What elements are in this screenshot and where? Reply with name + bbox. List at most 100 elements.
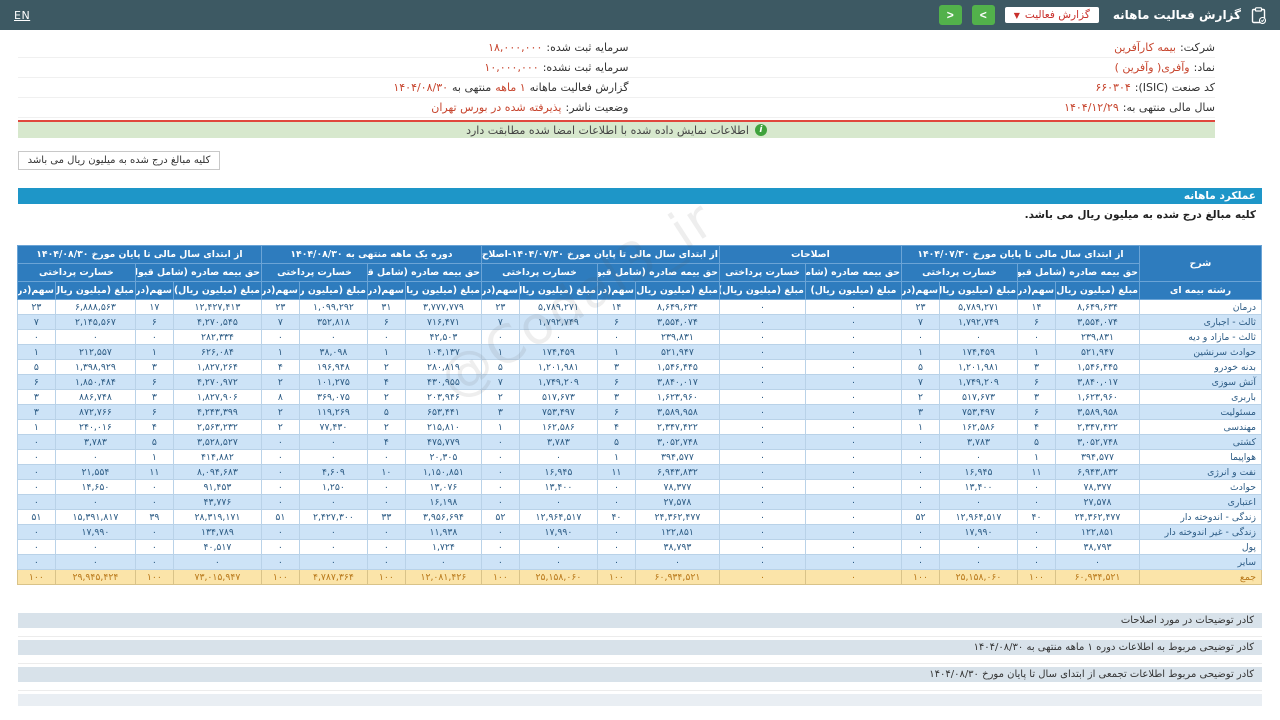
next-report-button[interactable]: > — [972, 5, 995, 25]
value-cell: ۶ — [597, 315, 635, 330]
value-cell: ۱۲۲,۸۵۱ — [635, 525, 719, 540]
value-cell: ۰ — [1018, 555, 1056, 570]
table-row: زندگی - غیر اندوخته دار۱۲۲,۸۵۱۰۱۷,۹۹۰۰۰۰… — [17, 525, 1261, 540]
table-row: ثالث - مازاد و دیه۲۳۹,۸۳۱۰۰۰۰۰۲۳۹,۸۳۱۰۰۰… — [17, 330, 1261, 345]
table-row: سایر۰۰۰۰۰۰۰۰۰۰۰۰۰۰۰۰۰۰ — [17, 555, 1261, 570]
value-cell: ۰ — [55, 555, 135, 570]
column-subheader-premium: حق بیمه صادره (شامل قبولی اتکایی) — [1018, 264, 1140, 282]
value-cell: ۰ — [805, 495, 901, 510]
table-row: پول۳۸,۷۹۳۰۰۰۰۰۳۸,۷۹۳۰۰۰۱,۷۲۴۰۰۰۴۰,۵۱۷۰۰۰ — [17, 540, 1261, 555]
value-cell: ۰ — [1018, 330, 1056, 345]
value-cell: ۰ — [1018, 495, 1056, 510]
value-cell: ۵ — [1018, 435, 1056, 450]
line-name-cell: درمان — [1140, 300, 1262, 315]
line-name-cell: باربری — [1140, 390, 1262, 405]
report-clipboard-icon — [1251, 7, 1266, 24]
value-cell: ۱,۸۲۷,۲۶۴ — [173, 360, 261, 375]
value-cell: ۵۱۷,۶۷۳ — [519, 390, 597, 405]
value-cell: ۲۸۲,۳۳۴ — [173, 330, 261, 345]
value-cell: ۳ — [17, 390, 55, 405]
info-icon: i — [755, 124, 767, 136]
value-cell: ۳۶۹,۰۷۵ — [299, 390, 367, 405]
value-cell: ۱ — [135, 345, 173, 360]
value-cell: ۱۰۰ — [481, 570, 519, 585]
value-cell: ۱,۷۲۴ — [405, 540, 481, 555]
column-header-amount: مبلغ (میلیون ریال) — [1056, 282, 1140, 300]
line-name-cell: آتش سوزی — [1140, 375, 1262, 390]
value-cell: ۱ — [1018, 450, 1056, 465]
value-cell: ۰ — [261, 495, 299, 510]
collapsible-section-header[interactable]: کادر توضیحات در مورد اصلاحات — [18, 613, 1262, 628]
column-header-share: سهم(درصد) — [261, 282, 299, 300]
value-cell: ۰ — [261, 465, 299, 480]
info-row: سرمایه ثبت شده:۱۸,۰۰۰,۰۰۰ — [18, 38, 628, 58]
value-cell: ۱۹۶,۹۴۸ — [299, 360, 367, 375]
value-cell: ۳۸,۷۹۳ — [635, 540, 719, 555]
value-cell: ۲۵,۱۵۸,۰۶۰ — [940, 570, 1018, 585]
value-cell: ۰ — [805, 450, 901, 465]
value-cell: ۳,۹۵۶,۶۹۴ — [405, 510, 481, 525]
value-cell: ۱۵,۳۹۱,۸۱۷ — [55, 510, 135, 525]
prev-report-button[interactable]: < — [939, 5, 962, 25]
value-cell: ۰ — [940, 450, 1018, 465]
table-row: ثالث - اجباری۳,۵۵۴,۰۷۴۶۱,۷۹۲,۷۴۹۷۰۰۳,۵۵۴… — [17, 315, 1261, 330]
value-cell: ۳,۸۴۰,۰۱۷ — [635, 375, 719, 390]
value-cell: ۷۵۳,۴۹۷ — [519, 405, 597, 420]
value-cell: ۱,۳۹۸,۹۲۹ — [55, 360, 135, 375]
collapsible-section-body — [18, 628, 1262, 637]
value-cell: ۱ — [901, 345, 939, 360]
value-cell: ۱ — [1018, 345, 1056, 360]
value-cell: ۱۱۹,۲۶۹ — [299, 405, 367, 420]
value-cell: ۴۰ — [1018, 510, 1056, 525]
column-header-line: رشته بیمه ای — [1140, 282, 1262, 300]
value-cell: ۱۰۰ — [1018, 570, 1056, 585]
value-cell: ۴,۲۴۳,۳۹۹ — [173, 405, 261, 420]
value-cell: ۴,۶۰۹ — [299, 465, 367, 480]
value-cell: ۳,۷۸۳ — [940, 435, 1018, 450]
value-cell: ۰ — [805, 570, 901, 585]
value-cell: ۱ — [481, 345, 519, 360]
value-cell: ۰ — [135, 555, 173, 570]
value-cell: ۲۵,۱۵۸,۰۶۰ — [519, 570, 597, 585]
collapsible-section-header[interactable]: کادر توضیحی مربوط به اطلاعات دوره ۱ ماهه… — [18, 640, 1262, 655]
info-value[interactable]: وآفری( وآفرین ) — [1115, 61, 1190, 74]
language-toggle-en[interactable]: EN — [14, 9, 30, 22]
value-cell: ۱۳,۰۷۶ — [405, 480, 481, 495]
value-cell: ۰ — [805, 540, 901, 555]
value-cell: ۰ — [17, 330, 55, 345]
value-cell: ۰ — [299, 525, 367, 540]
value-cell: ۰ — [17, 480, 55, 495]
info-label: شرکت: — [1180, 41, 1215, 54]
line-name-cell: هواپیما — [1140, 450, 1262, 465]
value-cell: ۵۲۱,۹۴۷ — [1056, 345, 1140, 360]
value-cell: ۴ — [135, 420, 173, 435]
line-name-cell: ثالث - اجباری — [1140, 315, 1262, 330]
info-value: ۱۴۰۴/۰۸/۳۰ — [393, 81, 448, 94]
table-row: زندگی - اندوخته دار۲۴,۳۶۲,۴۷۷۴۰۱۲,۹۶۴,۵۱… — [17, 510, 1261, 525]
value-cell: ۰ — [367, 540, 405, 555]
value-cell: ۰ — [481, 450, 519, 465]
value-cell: ۴,۲۷۰,۵۴۵ — [173, 315, 261, 330]
value-cell: ۴۷۵,۷۷۹ — [405, 435, 481, 450]
value-cell: ۰ — [1056, 555, 1140, 570]
line-name-cell: حوادث — [1140, 480, 1262, 495]
value-cell: ۰ — [261, 540, 299, 555]
value-cell: ۱,۰۹۹,۲۹۲ — [299, 300, 367, 315]
value-cell: ۰ — [805, 360, 901, 375]
value-cell: ۱,۷۴۹,۲۰۹ — [940, 375, 1018, 390]
value-cell: ۳,۵۲۸,۵۲۷ — [173, 435, 261, 450]
report-type-dropdown[interactable]: گزارش فعالیت ▼ — [1005, 7, 1099, 23]
value-cell: ۰ — [805, 510, 901, 525]
info-value[interactable]: بیمه کارآفرین — [1114, 41, 1176, 54]
table-row: باربری۱,۶۲۳,۹۶۰۳۵۱۷,۶۷۳۲۰۰۱,۶۲۳,۹۶۰۳۵۱۷,… — [17, 390, 1261, 405]
value-cell: ۷۸,۳۷۷ — [1056, 480, 1140, 495]
value-cell: ۰ — [481, 540, 519, 555]
value-cell: ۰ — [805, 300, 901, 315]
value-cell: ۲ — [901, 390, 939, 405]
value-cell: ۰ — [261, 480, 299, 495]
column-group-header: اصلاحات — [719, 246, 901, 264]
value-cell: ۱۰۰ — [261, 570, 299, 585]
value-cell: ۳,۵۸۹,۹۵۸ — [1056, 405, 1140, 420]
collapsible-section-header[interactable]: کادر توضیحی مربوط اطلاعات تجمعی از ابتدا… — [18, 667, 1262, 682]
column-header-amount: مبلغ (میلیون ریال) — [635, 282, 719, 300]
